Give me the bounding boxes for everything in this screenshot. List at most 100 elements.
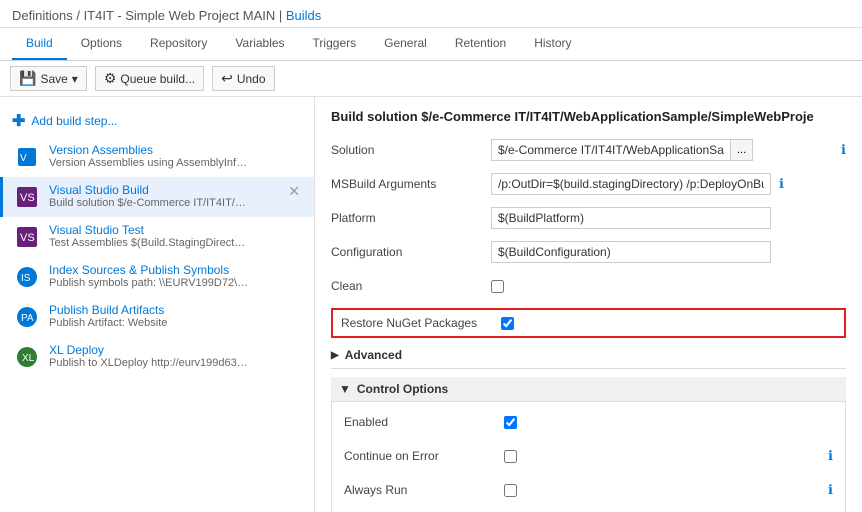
restore-nuget-value [501, 317, 836, 330]
svg-text:V: V [20, 153, 27, 164]
step-subtitle-visual-studio-build: Build solution $/e-Commerce IT/IT4IT/Web… [49, 197, 249, 209]
visual-studio-build-icon: VS [13, 183, 41, 211]
save-label: Save [40, 72, 67, 86]
visual-studio-test-icon: VS [13, 223, 41, 251]
publish-build-artifacts-icon: PA [13, 303, 41, 331]
step-title-publish-build-artifacts: Publish Build Artifacts [49, 303, 304, 317]
step-subtitle-xl-deploy: Publish to XLDeploy http://eurv199d63.eu… [49, 357, 249, 369]
step-title-visual-studio-build: Visual Studio Build [49, 183, 276, 197]
sidebar-step-index-sources-publish[interactable]: IS Index Sources & Publish Symbols Publi… [0, 257, 314, 297]
add-step-label: Add build step... [31, 114, 117, 128]
step-title-visual-studio-test: Visual Studio Test [49, 223, 304, 237]
control-checkbox-1[interactable] [504, 450, 517, 463]
svg-text:PA: PA [21, 313, 34, 324]
undo-button[interactable]: ↩ Undo [212, 66, 274, 91]
control-label-0: Enabled [344, 415, 504, 429]
field-input-3[interactable] [491, 241, 771, 263]
breadcrumb-builds[interactable]: Builds [286, 8, 321, 23]
index-sources-publish-icon: IS [13, 263, 41, 291]
breadcrumb: Definitions / IT4IT - Simple Web Project… [12, 8, 850, 23]
sidebar-step-publish-build-artifacts[interactable]: PA Publish Build Artifacts Publish Artif… [0, 297, 314, 337]
browse-button-0[interactable]: ... [731, 139, 753, 161]
field-input-2[interactable] [491, 207, 771, 229]
toolbar: 💾 Save ▾ ⚙ Queue build... ↩ Undo [0, 61, 862, 97]
field-label-4: Clean [331, 279, 491, 293]
field-row-4: Clean [331, 274, 846, 298]
breadcrumb-definitions: Definitions [12, 8, 73, 23]
control-info-icon-1[interactable]: ℹ [828, 448, 833, 464]
save-button[interactable]: 💾 Save ▾ [10, 66, 87, 91]
queue-icon: ⚙ [104, 70, 117, 87]
tab-repository[interactable]: Repository [136, 28, 221, 60]
svg-text:VS: VS [20, 192, 35, 204]
tab-general[interactable]: General [370, 28, 441, 60]
field-input-0[interactable] [491, 139, 731, 161]
field-row-2: Platform [331, 206, 846, 230]
control-options-body: Enabled Continue on Error ℹ Always Run ℹ [331, 402, 846, 512]
queue-label: Queue build... [120, 72, 195, 86]
control-field-row-0: Enabled [344, 410, 833, 434]
svg-text:IS: IS [21, 273, 31, 284]
field-checkbox-4[interactable] [491, 280, 504, 293]
control-info-icon-2[interactable]: ℹ [828, 482, 833, 498]
restore-nuget-checkbox[interactable] [501, 317, 514, 330]
control-options-label: Control Options [357, 382, 448, 396]
sidebar-step-visual-studio-build[interactable]: VS Visual Studio Build Build solution $/… [0, 177, 314, 217]
step-title-xl-deploy: XL Deploy [49, 343, 304, 357]
control-checkbox-2[interactable] [504, 484, 517, 497]
svg-text:XL: XL [22, 353, 35, 364]
svg-text:VS: VS [20, 232, 35, 244]
tab-build[interactable]: Build [12, 28, 67, 60]
step-title-index-sources-publish: Index Sources & Publish Symbols [49, 263, 304, 277]
sidebar: ✚ Add build step... V Version Assemblies… [0, 97, 315, 512]
xl-deploy-icon: XL [13, 343, 41, 371]
control-options-header[interactable]: ▼ Control Options [331, 377, 846, 402]
save-dropdown-icon: ▾ [72, 72, 78, 86]
save-icon: 💾 [19, 70, 36, 87]
control-label-1: Continue on Error [344, 449, 504, 463]
control-field-row-1: Continue on Error ℹ [344, 444, 833, 468]
tab-triggers[interactable]: Triggers [299, 28, 371, 60]
sidebar-step-version-assemblies[interactable]: V Version Assemblies Version Assemblies … [0, 137, 314, 177]
tab-options[interactable]: Options [67, 28, 136, 60]
tab-retention[interactable]: Retention [441, 28, 520, 60]
field-input-1[interactable] [491, 173, 771, 195]
queue-build-button[interactable]: ⚙ Queue build... [95, 66, 204, 91]
info-icon-0[interactable]: ℹ [841, 142, 846, 158]
step-subtitle-visual-studio-test: Test Assemblies $(Build.StagingDirectory… [49, 237, 249, 249]
restore-nuget-row: Restore NuGet Packages [331, 308, 846, 338]
sidebar-step-xl-deploy[interactable]: XL XL Deploy Publish to XLDeploy http://… [0, 337, 314, 377]
field-label-2: Platform [331, 211, 491, 225]
plus-icon: ✚ [12, 111, 25, 131]
undo-icon: ↩ [221, 70, 233, 87]
field-label-3: Configuration [331, 245, 491, 259]
field-label-0: Solution [331, 143, 491, 157]
top-bar: Definitions / IT4IT - Simple Web Project… [0, 0, 862, 28]
step-subtitle-index-sources-publish: Publish symbols path: \\EURV199D72\TfsSy… [49, 277, 249, 289]
restore-nuget-label: Restore NuGet Packages [341, 316, 501, 330]
detail-panel: Build solution $/e-Commerce IT/IT4IT/Web… [315, 97, 862, 512]
control-options-arrow-icon: ▼ [339, 382, 351, 396]
advanced-arrow-icon: ▶ [331, 350, 339, 361]
tab-variables[interactable]: Variables [221, 28, 298, 60]
breadcrumb-project: IT4IT - Simple Web Project MAIN [84, 8, 276, 23]
control-checkbox-0[interactable] [504, 416, 517, 429]
step-subtitle-version-assemblies: Version Assemblies using AssemblyInfo.* [49, 157, 249, 169]
control-field-row-2: Always Run ℹ [344, 478, 833, 502]
control-options-section: ▼ Control Options Enabled Continue on Er… [331, 377, 846, 512]
tab-history[interactable]: History [520, 28, 585, 60]
advanced-section-header[interactable]: ▶ Advanced [331, 348, 846, 362]
field-label-1: MSBuild Arguments [331, 177, 491, 191]
sidebar-step-visual-studio-test[interactable]: VS Visual Studio Test Test Assemblies $(… [0, 217, 314, 257]
step-title-version-assemblies: Version Assemblies [49, 143, 304, 157]
main-content: ✚ Add build step... V Version Assemblies… [0, 97, 862, 512]
field-row-3: Configuration [331, 240, 846, 264]
step-subtitle-publish-build-artifacts: Publish Artifact: Website [49, 317, 249, 329]
step-close-button[interactable]: ✕ [284, 183, 304, 200]
control-label-2: Always Run [344, 483, 504, 497]
field-row-1: MSBuild Arguments ℹ [331, 172, 846, 196]
undo-label: Undo [237, 72, 266, 86]
info-icon-1[interactable]: ℹ [779, 176, 784, 192]
add-step-button[interactable]: ✚ Add build step... [0, 105, 314, 137]
advanced-label: Advanced [345, 348, 402, 362]
